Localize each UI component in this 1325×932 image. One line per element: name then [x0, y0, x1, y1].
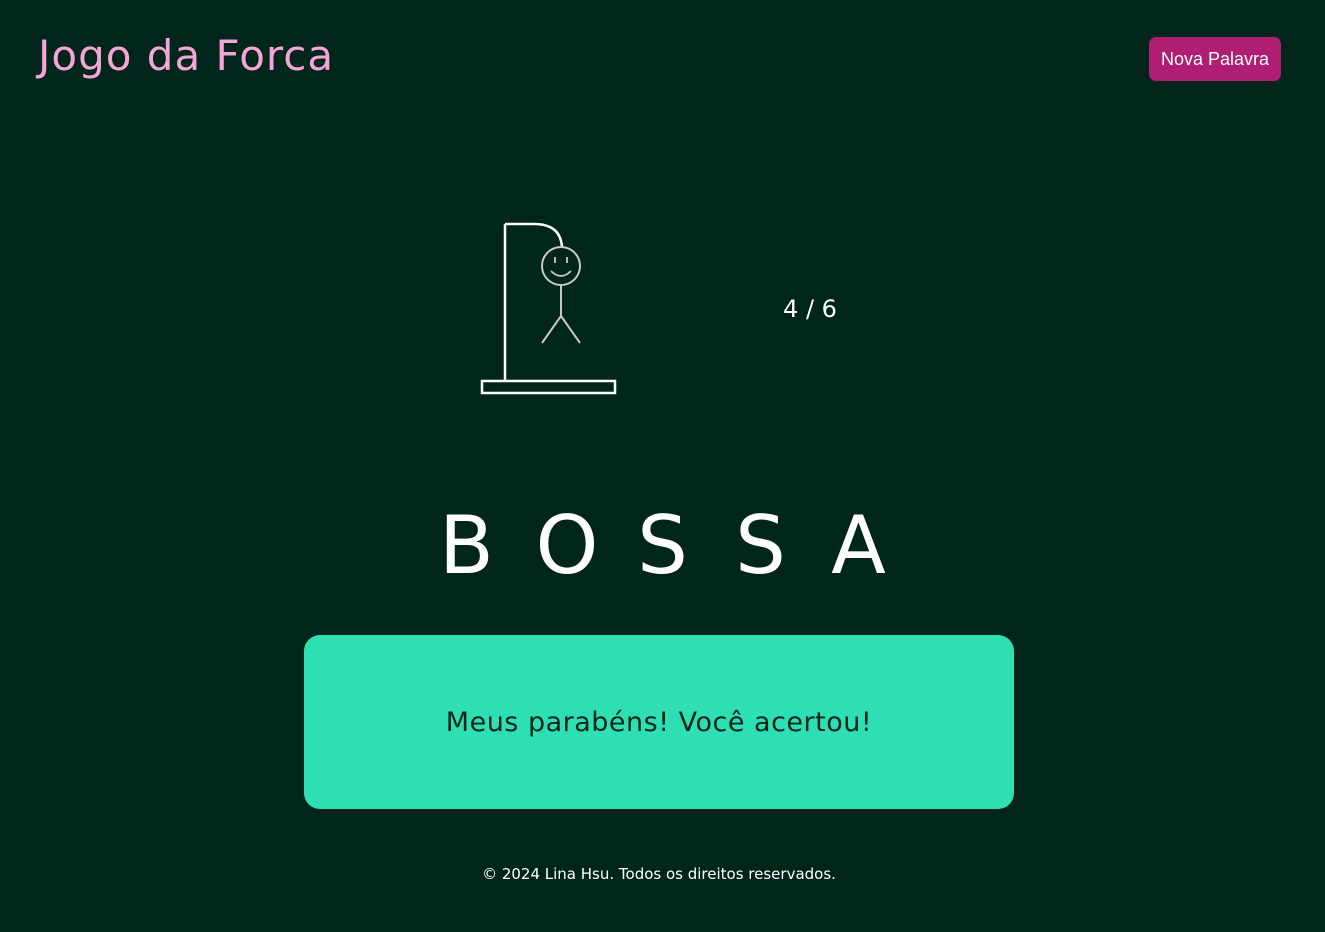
word-letter: S	[637, 499, 688, 592]
header: Jogo da Forca Nova Palavra	[0, 0, 1325, 110]
word-letter: A	[831, 499, 886, 592]
result-box: Meus parabéns! Você acertou!	[304, 635, 1014, 809]
result-message: Meus parabéns! Você acertou!	[445, 706, 873, 738]
footer-copyright: © 2024 Lina Hsu. Todos os direitos reser…	[482, 865, 836, 883]
hangman-right-leg	[560, 315, 581, 344]
hangman-head	[541, 246, 581, 286]
word-letter: S	[735, 499, 786, 592]
gallows-base	[480, 379, 617, 395]
word-letter: O	[535, 499, 599, 592]
word-letter: B	[439, 499, 494, 592]
app-title: Jogo da Forca	[38, 31, 335, 80]
gallows-beam	[505, 222, 564, 249]
new-word-button[interactable]: Nova Palavra	[1149, 37, 1281, 81]
hangman-left-leg	[541, 315, 562, 344]
guessed-word: B O S S A	[300, 500, 1025, 592]
hangman-gallows-icon	[476, 216, 622, 400]
error-counter: 4 / 6	[783, 295, 837, 323]
